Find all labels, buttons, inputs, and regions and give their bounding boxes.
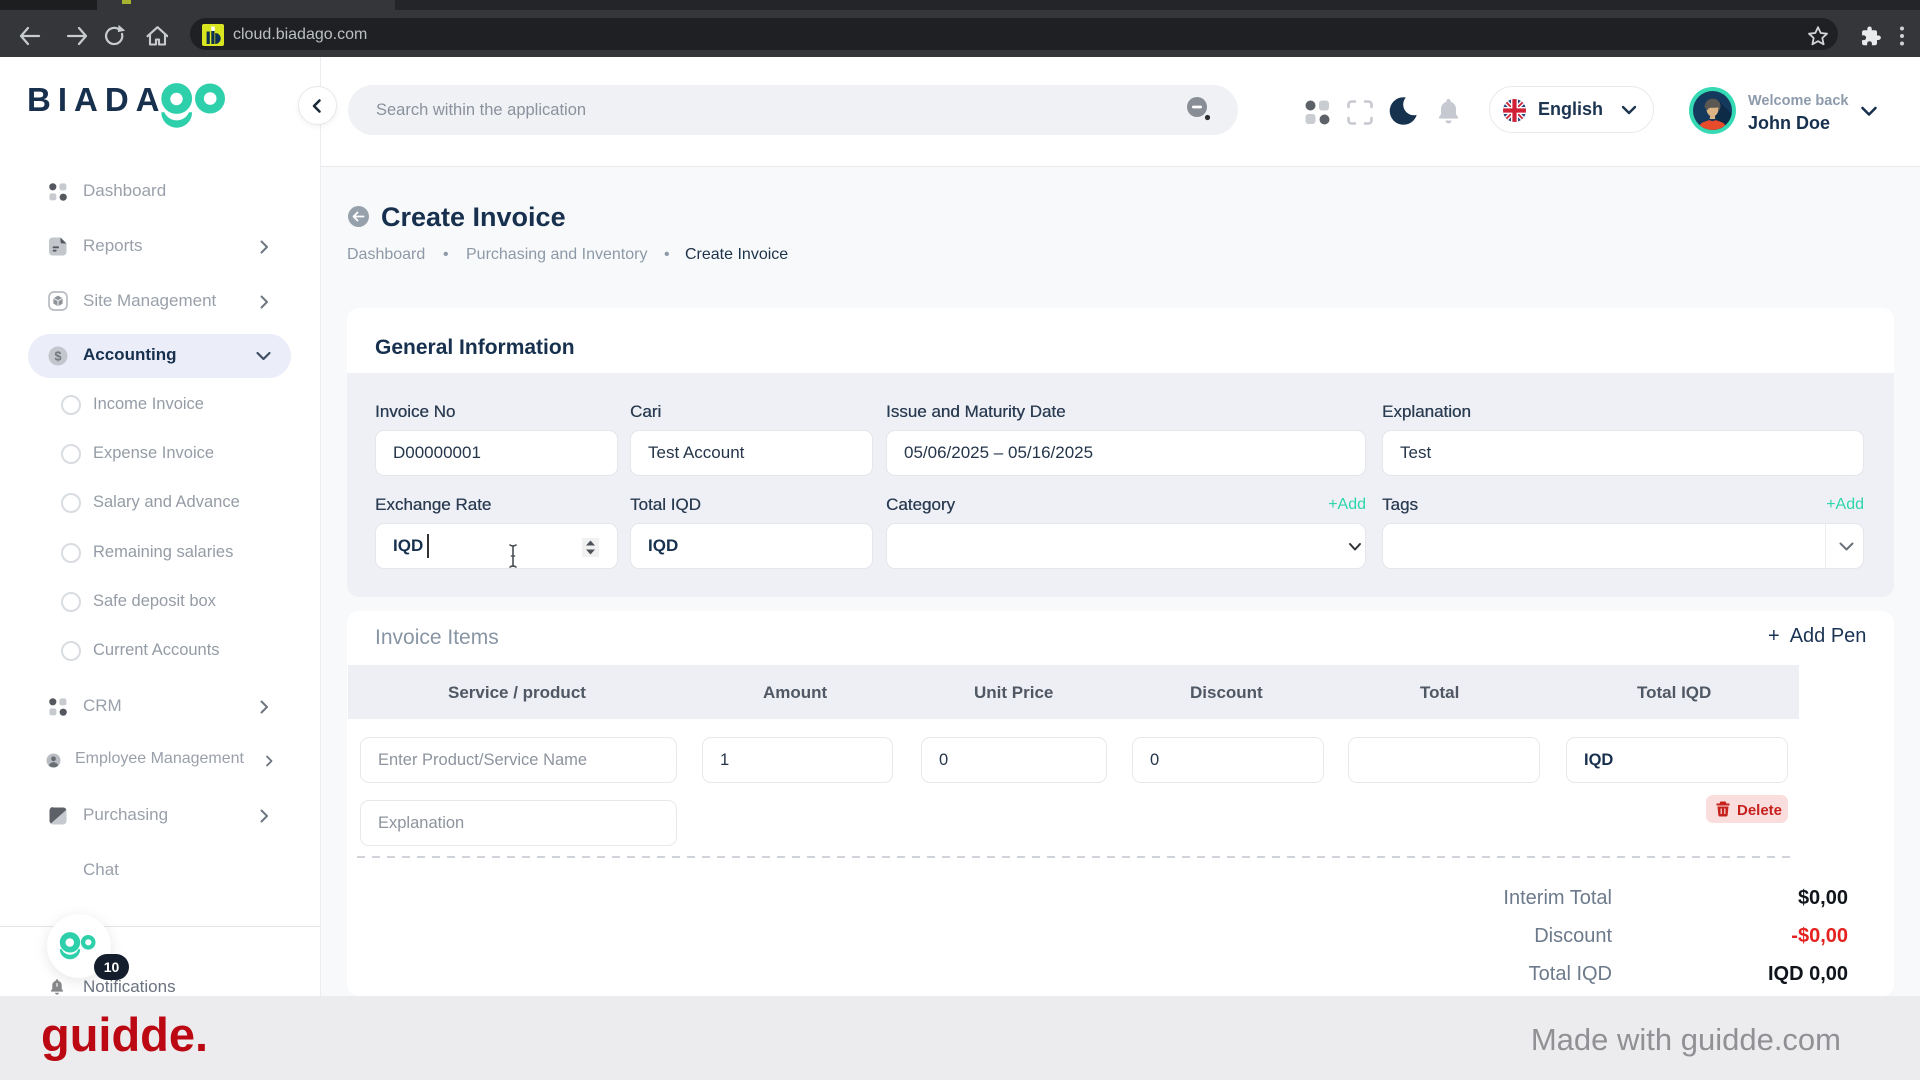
svg-text:$: $ (55, 349, 62, 363)
